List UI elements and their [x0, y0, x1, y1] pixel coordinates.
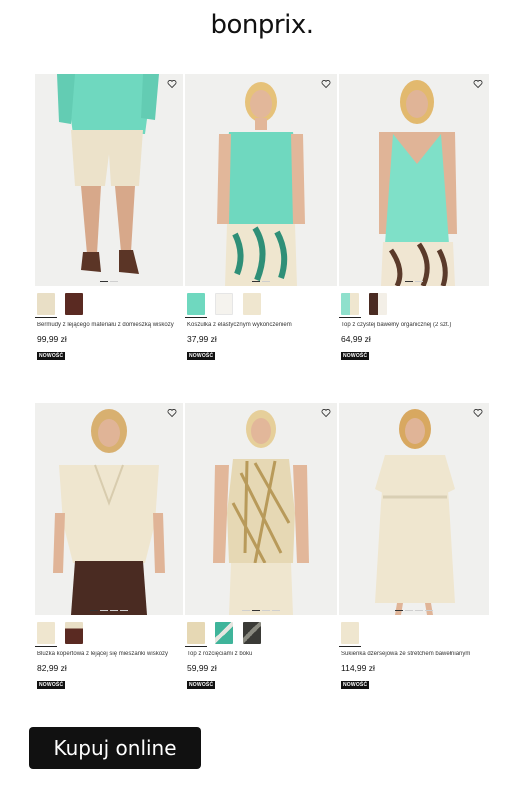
product-card[interactable]: Bermudy z lejącego materiału z domieszką…	[35, 74, 183, 362]
carousel-dot[interactable]	[252, 609, 260, 611]
product-name[interactable]: Sukienka dżersejowa ze stretchem bawełni…	[339, 651, 489, 657]
new-badge: NOWOŚĆ	[37, 681, 66, 689]
carousel-dot[interactable]	[110, 609, 118, 611]
product-grid-row-2: Bluzka kopertowa z lejącej się mieszanki…	[35, 403, 489, 691]
model-photo-dress	[339, 403, 489, 615]
color-swatches	[339, 293, 489, 318]
image-carousel-dots[interactable]	[90, 609, 128, 611]
image-carousel-dots[interactable]	[405, 280, 423, 282]
heart-icon[interactable]	[473, 408, 483, 418]
new-badge: NOWOŚĆ	[341, 681, 370, 689]
model-photo-bermuda	[35, 74, 183, 286]
product-name[interactable]: Bermudy z lejącego materiału z domieszką…	[35, 322, 183, 328]
heart-icon[interactable]	[321, 79, 331, 89]
carousel-dot[interactable]	[252, 280, 260, 282]
heart-icon[interactable]	[167, 408, 177, 418]
product-name[interactable]: Top z czystej bawełny organicznej (2 szt…	[339, 322, 489, 328]
color-swatch[interactable]	[185, 293, 207, 318]
shop-online-button[interactable]: Kupuj online	[29, 727, 201, 769]
product-grid-row-1: Bermudy z lejącego materiału z domieszką…	[35, 74, 489, 362]
carousel-dot[interactable]	[415, 609, 423, 611]
carousel-dot[interactable]	[242, 609, 250, 611]
carousel-dot[interactable]	[262, 609, 270, 611]
product-price: 82,99 zł	[37, 663, 67, 673]
product-card[interactable]: Top z rozcięciami z boku 59,99 zł NOWOŚĆ	[185, 403, 337, 691]
product-image[interactable]	[185, 403, 337, 615]
color-swatches	[185, 622, 337, 647]
color-swatch[interactable]	[369, 293, 387, 315]
product-price: 114,99 zł	[341, 663, 375, 673]
color-swatch[interactable]	[65, 622, 83, 644]
image-carousel-dots[interactable]	[242, 609, 280, 611]
model-photo-wrap-blouse	[35, 403, 183, 615]
carousel-dot[interactable]	[110, 280, 118, 282]
carousel-dot[interactable]	[395, 609, 403, 611]
carousel-dot[interactable]	[100, 280, 108, 282]
image-carousel-dots[interactable]	[252, 280, 270, 282]
carousel-dot[interactable]	[415, 280, 423, 282]
color-swatch[interactable]	[215, 622, 233, 644]
product-price: 64,99 zł	[341, 334, 371, 344]
product-card[interactable]: Koszulka z elastycznym wykończeniem 37,9…	[185, 74, 337, 362]
color-swatch[interactable]	[185, 622, 207, 647]
product-image[interactable]	[35, 74, 183, 286]
new-badge: NOWOŚĆ	[341, 352, 370, 360]
heart-icon[interactable]	[321, 408, 331, 418]
color-swatches	[35, 622, 183, 647]
product-image[interactable]	[339, 74, 489, 286]
product-price: 37,99 zł	[187, 334, 217, 344]
color-swatch[interactable]	[215, 293, 233, 315]
color-swatch[interactable]	[65, 293, 83, 315]
product-image[interactable]	[185, 74, 337, 286]
heart-icon[interactable]	[167, 79, 177, 89]
product-card[interactable]: Bluzka kopertowa z lejącej się mieszanki…	[35, 403, 183, 691]
carousel-dot[interactable]	[272, 609, 280, 611]
product-image[interactable]	[339, 403, 489, 615]
model-photo-sequin-top	[185, 403, 337, 615]
color-swatch[interactable]	[35, 293, 57, 318]
color-swatches	[185, 293, 337, 318]
carousel-dot[interactable]	[90, 609, 98, 611]
product-name[interactable]: Bluzka kopertowa z lejącej się mieszanki…	[35, 651, 183, 657]
product-image[interactable]	[35, 403, 183, 615]
product-price: 59,99 zł	[187, 663, 217, 673]
product-name[interactable]: Koszulka z elastycznym wykończeniem	[185, 322, 337, 328]
color-swatch[interactable]	[243, 293, 261, 315]
new-badge: NOWOŚĆ	[187, 681, 216, 689]
color-swatch[interactable]	[243, 622, 261, 644]
color-swatch[interactable]	[339, 293, 361, 318]
carousel-dot[interactable]	[100, 609, 108, 611]
carousel-dot[interactable]	[405, 609, 413, 611]
product-card[interactable]: Top z czystej bawełny organicznej (2 szt…	[339, 74, 489, 362]
product-card[interactable]: Sukienka dżersejowa ze stretchem bawełni…	[339, 403, 489, 691]
new-badge: NOWOŚĆ	[37, 352, 66, 360]
carousel-dot[interactable]	[120, 609, 128, 611]
model-photo-tank-top	[339, 74, 489, 286]
color-swatches	[35, 293, 183, 318]
carousel-dot[interactable]	[262, 280, 270, 282]
new-badge: NOWOŚĆ	[187, 352, 216, 360]
carousel-dot[interactable]	[405, 280, 413, 282]
color-swatch[interactable]	[35, 622, 57, 647]
brand-logo[interactable]: bonprix.	[0, 10, 524, 40]
image-carousel-dots[interactable]	[395, 609, 433, 611]
product-name[interactable]: Top z rozcięciami z boku	[185, 651, 337, 657]
carousel-dot[interactable]	[425, 609, 433, 611]
product-price: 99,99 zł	[37, 334, 67, 344]
model-photo-tshirt	[185, 74, 337, 286]
heart-icon[interactable]	[473, 79, 483, 89]
color-swatches	[339, 622, 489, 647]
image-carousel-dots[interactable]	[100, 280, 118, 282]
color-swatch[interactable]	[339, 622, 361, 647]
